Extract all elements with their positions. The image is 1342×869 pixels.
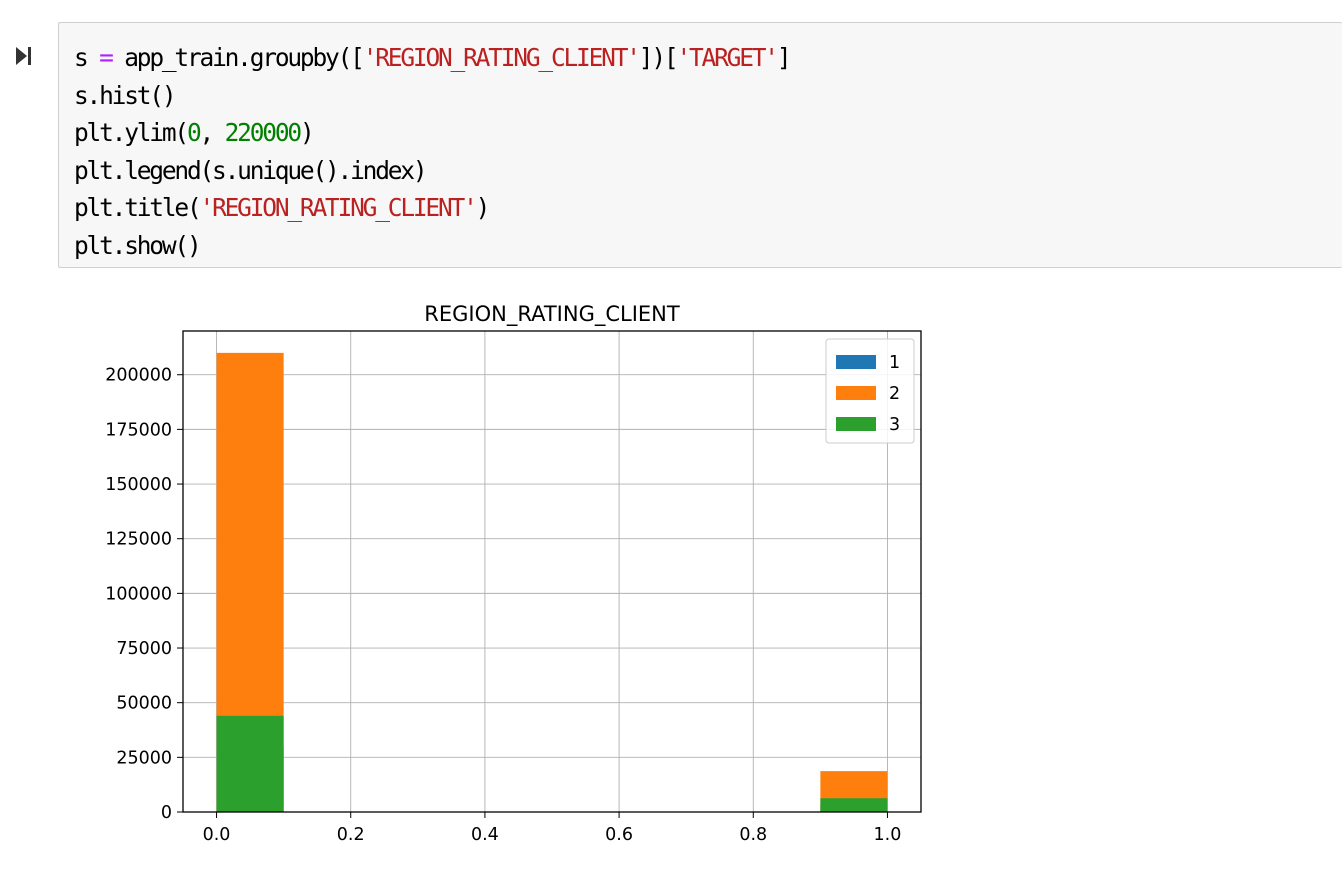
code-token: 'REGION_RATING_CLIENT' <box>362 43 641 72</box>
y-tick-label: 175000 <box>105 420 172 440</box>
code-token: ) <box>299 118 315 147</box>
plot-frame <box>182 330 922 813</box>
y-tick-label: 100000 <box>105 584 172 604</box>
y-tick-label: 0 <box>161 803 172 823</box>
run-cell-button[interactable] <box>14 44 34 68</box>
code-token: 0 <box>186 118 202 147</box>
legend-label: 1 <box>889 353 900 373</box>
legend-label: 2 <box>889 384 900 404</box>
bar-series-3 <box>820 798 888 812</box>
y-tick-label: 125000 <box>105 530 172 550</box>
run-cell-icon <box>16 47 31 65</box>
code-token: s <box>74 43 100 72</box>
x-tick-label: 0.2 <box>337 825 365 845</box>
legend-swatch-1 <box>836 355 876 369</box>
code-line: s = app_train.groupby(['REGION_RATING_CL… <box>74 39 792 77</box>
x-tick-label: 0.0 <box>203 825 231 845</box>
bar-series-3 <box>216 715 284 812</box>
y-tick-label: 25000 <box>116 748 172 768</box>
x-tick-label: 0.8 <box>739 825 767 845</box>
legend-swatch-3 <box>836 417 876 431</box>
code-line: plt.show() <box>74 227 789 265</box>
code-line: plt.title('REGION_RATING_CLIENT') <box>74 189 789 227</box>
x-tick-label: 0.4 <box>471 825 499 845</box>
legend-label: 3 <box>889 415 900 435</box>
code-token: ] <box>776 43 792 72</box>
legend-swatch-2 <box>836 386 876 400</box>
code-token: plt.legend(s.unique().index) <box>74 155 428 185</box>
code-editor[interactable]: s = app_train.groupby(['REGION_RATING_CL… <box>74 39 792 265</box>
histogram-chart: 0.0 0.2 0.4 0.6 0.8 1.0 0 25000 50000 75000 100000… <box>105 302 922 845</box>
x-tick-label: 1.0 <box>874 825 902 845</box>
cell-output: 0.0 0.2 0.4 0.6 0.8 1.0 0 25000 50000 75000 100000… <box>60 270 960 860</box>
y-tick-label: 150000 <box>105 475 172 495</box>
code-token: plt.title( <box>74 193 202 222</box>
code-token: = <box>99 43 114 72</box>
y-tick-label: 50000 <box>116 694 172 714</box>
x-tick-label: 0.6 <box>605 825 633 845</box>
code-token: ])[ <box>638 43 679 72</box>
code-token: 'TARGET' <box>676 43 779 72</box>
chart-title: REGION_RATING_CLIENT <box>424 302 680 327</box>
code-token: app_train.groupby([ <box>111 43 365 72</box>
code-line: plt.ylim(0, 220000) <box>74 114 789 152</box>
code-token: ) <box>475 193 491 222</box>
code-token: 'REGION_RATING_CLIENT' <box>199 193 478 222</box>
y-tick-label: 200000 <box>105 366 172 386</box>
code-token: plt.show() <box>74 230 202 260</box>
code-cell-input[interactable]: s = app_train.groupby(['REGION_RATING_CL… <box>58 22 1342 268</box>
code-token: 220000 <box>224 118 303 147</box>
code-line: s.hist() <box>74 77 789 115</box>
code-token: , <box>199 118 225 147</box>
y-tick-label: 75000 <box>116 639 172 659</box>
code-token: plt.ylim( <box>74 118 189 147</box>
code-token: s.hist() <box>74 80 177 110</box>
code-line: plt.legend(s.unique().index) <box>74 152 789 190</box>
